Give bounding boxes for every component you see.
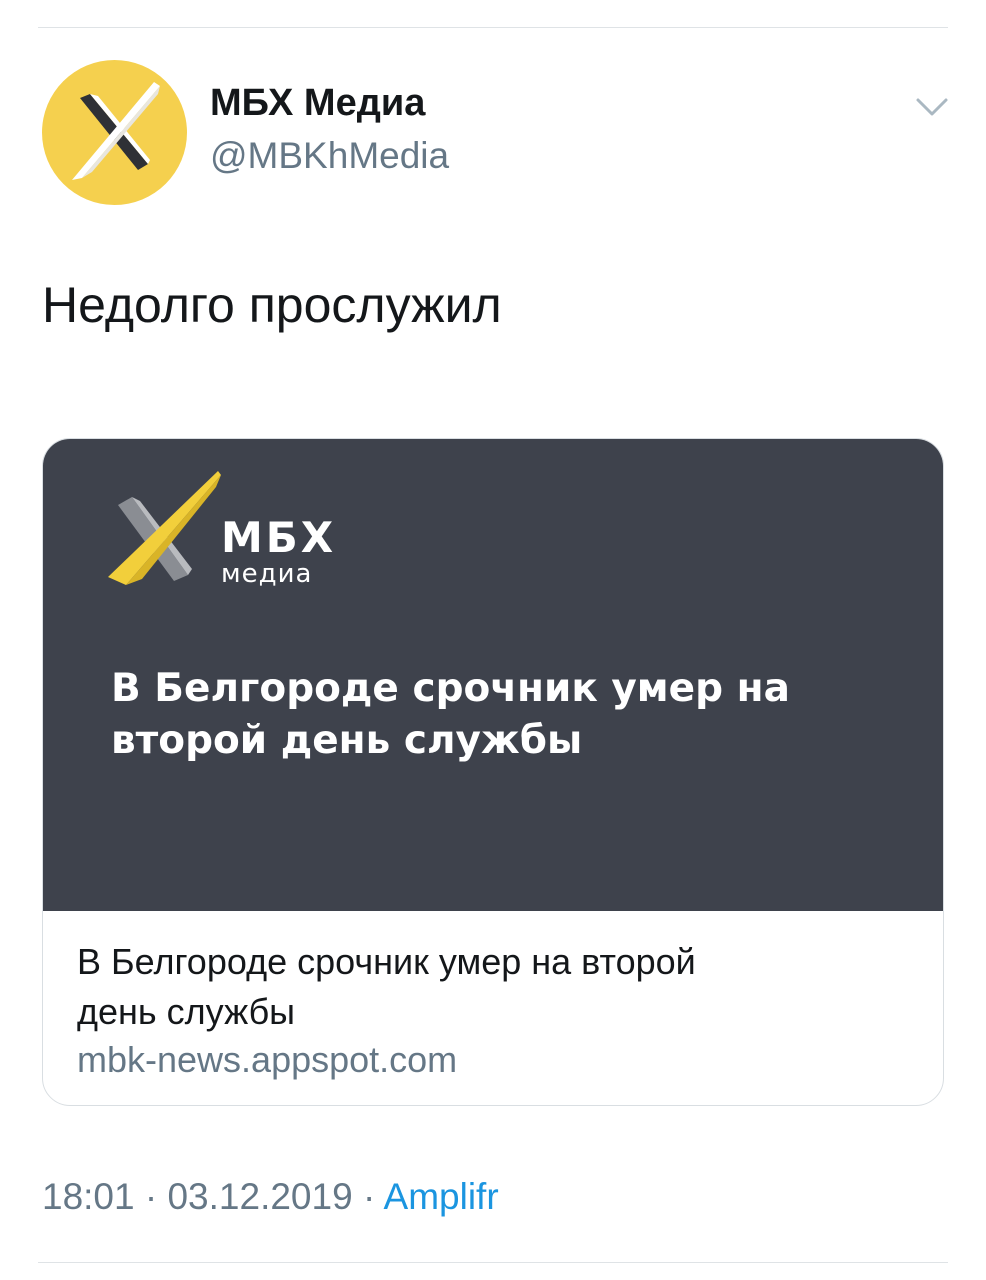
author-avatar[interactable]	[42, 60, 187, 205]
link-card[interactable]: МБХ медиа В Белгороде срочник умер на вт…	[42, 438, 944, 1106]
tweet-source-link[interactable]: Amplifr	[384, 1176, 499, 1217]
chevron-down-icon	[916, 98, 948, 116]
mbh-logo-mark	[108, 467, 223, 592]
card-image[interactable]: МБХ медиа В Белгороде срочник умер на вт…	[43, 439, 943, 911]
card-title-line: В Белгороде срочник умер на второй	[77, 941, 696, 982]
bottom-divider	[38, 1262, 948, 1263]
card-body[interactable]: В Белгороде срочник умер на второй день …	[43, 911, 943, 1105]
card-title: В Белгороде срочник умер на второй день …	[77, 937, 907, 1037]
tweet-menu-button[interactable]	[912, 92, 952, 122]
card-title-line: день службы	[77, 991, 296, 1032]
card-image-headline: В Белгороде срочник умер на второй день …	[111, 663, 911, 767]
card-image-headline-line: В Белгороде срочник умер на	[111, 666, 790, 711]
mbh-logo-icon	[72, 82, 160, 180]
author-display-name[interactable]: МБХ Медиа	[210, 82, 425, 125]
card-domain: mbk-news.appspot.com	[77, 1039, 458, 1080]
meta-separator: ·	[362, 1176, 376, 1217]
card-image-headline-line: второй день службы	[111, 718, 583, 763]
tweet-date[interactable]: 03.12.2019	[167, 1176, 352, 1217]
author-handle[interactable]: @MBKhMedia	[210, 135, 449, 177]
meta-separator: ·	[144, 1176, 158, 1217]
tweet-time[interactable]: 18:01	[42, 1176, 135, 1217]
tweet-meta: 18:01 · 03.12.2019 · Amplifr	[42, 1176, 499, 1218]
card-logo-subtitle: медиа	[221, 559, 313, 589]
tweet-text: Недолго прослужил	[42, 277, 502, 333]
card-logo-brand: МБХ	[221, 513, 337, 562]
top-divider	[38, 27, 948, 28]
